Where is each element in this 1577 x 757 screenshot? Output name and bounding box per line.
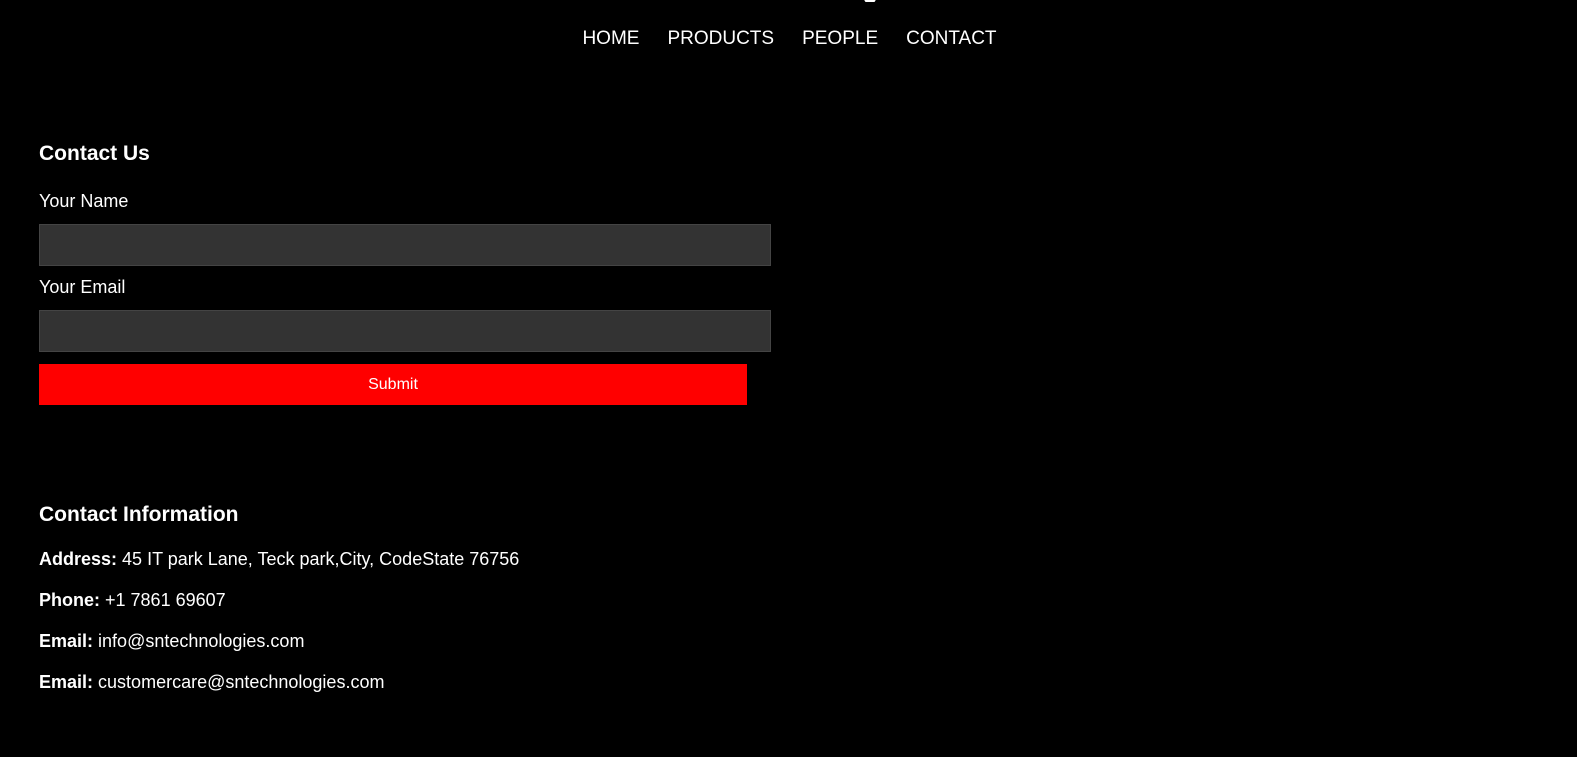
- main-nav: HOME PRODUCTS PEOPLE CONTACT: [0, 28, 1577, 50]
- email-line: Email: info@sntechnologies.com: [39, 630, 839, 652]
- nav-people-link[interactable]: PEOPLE: [802, 28, 878, 50]
- address-line: Address: 45 IT park Lane, Teck park,City…: [39, 548, 839, 570]
- nav-contact-link[interactable]: CONTACT: [906, 28, 996, 50]
- contact-form-section: Contact Us Your Name Your Email Submit: [39, 140, 779, 405]
- contact-info-heading: Contact Information: [39, 503, 239, 526]
- name-input[interactable]: [39, 224, 771, 266]
- site-title-fragment: [858, 0, 882, 2]
- phone-key: Phone:: [39, 590, 100, 610]
- clipped-title-glyph: [864, 0, 876, 2]
- email2-line: Email: customercare@sntechnologies.com: [39, 671, 839, 693]
- email-input[interactable]: [39, 310, 771, 352]
- email-value: info@sntechnologies.com: [98, 631, 305, 651]
- contact-info-section: Contact Information Address: 45 IT park …: [39, 501, 839, 693]
- address-key: Address:: [39, 549, 118, 569]
- address-value: 45 IT park Lane, Teck park,City, CodeSta…: [122, 549, 520, 569]
- email-label: Your Email: [39, 277, 126, 297]
- nav-products-link[interactable]: PRODUCTS: [667, 28, 774, 50]
- email2-value: customercare@sntechnologies.com: [98, 672, 385, 692]
- name-label: Your Name: [39, 191, 129, 211]
- phone-value: +1 7861 69607: [105, 590, 226, 610]
- email2-key: Email:: [39, 672, 94, 692]
- phone-line: Phone: +1 7861 69607: [39, 589, 839, 611]
- email-key: Email:: [39, 631, 94, 651]
- contact-us-heading: Contact Us: [39, 142, 150, 165]
- submit-button[interactable]: Submit: [39, 364, 747, 405]
- page: HOME PRODUCTS PEOPLE CONTACT Contact Us …: [0, 0, 1577, 757]
- nav-home-link[interactable]: HOME: [582, 28, 639, 50]
